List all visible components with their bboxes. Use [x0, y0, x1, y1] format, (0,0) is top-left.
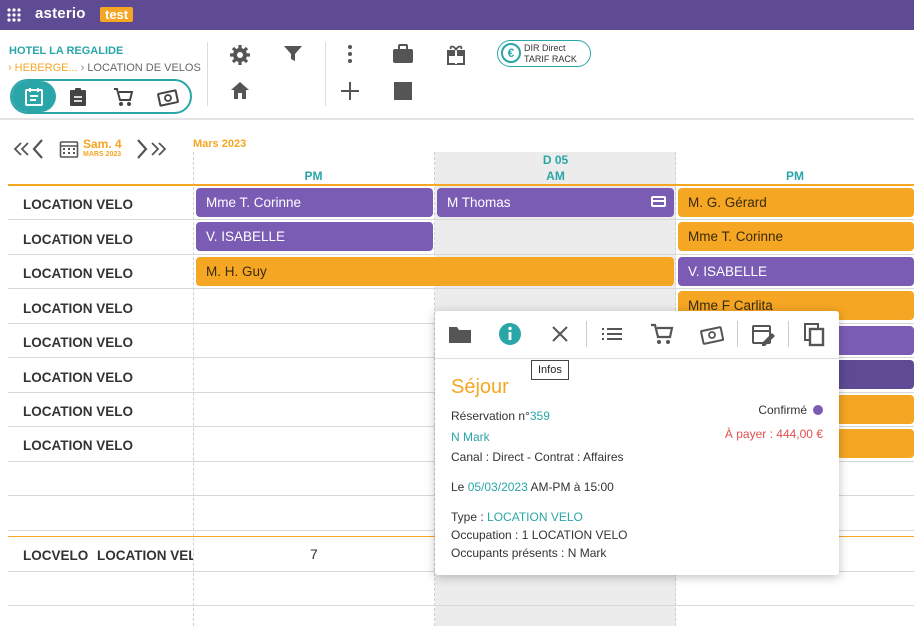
row-divider: [8, 219, 914, 220]
folder-icon[interactable]: [447, 321, 473, 347]
booking-bar[interactable]: Mme T. Corinne: [196, 188, 433, 217]
amount-due: À payer : 444,00 €: [724, 427, 823, 441]
room-label[interactable]: LOCATION VELO: [23, 197, 133, 212]
popup-title: Séjour: [451, 376, 509, 398]
popup-divider: [586, 321, 587, 347]
booking-popup: Séjour Réservation n°359 Confirmé N Mark…: [435, 311, 839, 575]
status-line: Confirmé: [758, 403, 823, 417]
breadcrumb-item: LOCATION DE VELOS: [87, 62, 201, 74]
tooltip: Infos: [531, 360, 569, 380]
date-prefix: Le: [451, 480, 465, 494]
more-vertical-icon[interactable]: [338, 42, 362, 66]
room-label[interactable]: LOCATION VELO: [23, 335, 133, 350]
popup-divider: [788, 321, 789, 347]
filter-icon[interactable]: [281, 42, 305, 66]
cash-icon[interactable]: [699, 321, 725, 347]
booking-name: M Thomas: [447, 195, 511, 210]
info-icon[interactable]: [497, 321, 523, 347]
date-suffix: AM-PM à 15:00: [530, 480, 614, 494]
column-day: D 05: [542, 153, 569, 167]
row-divider: [8, 605, 914, 606]
room-label[interactable]: LOCATION VELO: [23, 370, 133, 385]
edit-calendar-icon[interactable]: [750, 321, 776, 347]
apps-grid-icon[interactable]: [7, 8, 21, 22]
reservation-line: Réservation n°359: [451, 409, 550, 423]
occupation: Occupation : 1 LOCATION VELO: [451, 528, 628, 542]
home-icon[interactable]: [228, 79, 252, 103]
type-value[interactable]: LOCATION VELO: [487, 510, 583, 524]
occupants: Occupants présents : N Mark: [451, 546, 607, 560]
brand-logo: asterio: [35, 5, 86, 22]
cash-icon[interactable]: [157, 86, 179, 108]
booking-bar[interactable]: V. ISABELLE: [196, 222, 433, 251]
column-period: PM: [786, 169, 804, 183]
channel-contract: Canal : Direct - Contrat : Affaires: [451, 450, 624, 464]
status-text: Confirmé: [758, 403, 807, 417]
cart-icon[interactable]: [649, 321, 675, 347]
list-icon[interactable]: [599, 321, 625, 347]
date-line: Le 05/03/2023 AM-PM à 15:00: [451, 480, 614, 494]
booking-bar[interactable]: M. H. Guy: [196, 257, 674, 286]
booking-bar[interactable]: M. G. Gérard: [678, 188, 914, 217]
room-label[interactable]: LOCATION VELO: [23, 301, 133, 316]
briefcase-icon[interactable]: [391, 42, 415, 66]
settings-gear-icon[interactable]: [228, 43, 252, 67]
last-page-icon[interactable]: [150, 139, 168, 159]
first-page-icon[interactable]: [12, 139, 30, 159]
popup-divider: [737, 321, 738, 347]
environment-badge: test: [100, 7, 134, 22]
booking-bar[interactable]: M Thomas: [437, 188, 674, 217]
row-divider: [8, 254, 914, 255]
booking-bar[interactable]: Mme T. Corinne: [678, 222, 914, 251]
view-switcher: [10, 79, 192, 114]
add-icon[interactable]: [338, 79, 362, 103]
popup-separator: [435, 358, 839, 359]
close-icon[interactable]: [547, 321, 573, 347]
next-icon[interactable]: [135, 137, 149, 161]
type-label: Type :: [451, 510, 484, 524]
stop-square-icon[interactable]: [391, 79, 415, 103]
credit-card-icon: [651, 196, 666, 207]
toolbar-divider: [207, 42, 208, 106]
room-type-label: LOCATION VELO: [97, 548, 193, 563]
room-label[interactable]: LOCATION VELO: [23, 404, 133, 419]
breadcrumb-item[interactable]: HEBERGE...: [15, 62, 78, 74]
tarif-rate: TARIF RACK: [524, 54, 577, 64]
tarif-channel: DIR Direct: [524, 43, 566, 53]
breadcrumb: › HEBERGE... › LOCATION DE VELOS: [8, 62, 201, 74]
calendar-icon[interactable]: [59, 139, 79, 159]
euro-icon: €: [501, 43, 521, 63]
previous-icon[interactable]: [31, 137, 45, 161]
column-period: PM: [304, 169, 323, 183]
reservation-number[interactable]: 359: [530, 409, 550, 423]
clipboard-icon[interactable]: [67, 86, 89, 108]
booking-bar[interactable]: V. ISABELLE: [678, 257, 914, 286]
grid-column-line: [193, 152, 194, 626]
room-label[interactable]: LOCATION VELO: [23, 438, 133, 453]
room-type-code: LOCVELO: [23, 548, 89, 563]
status-dot: [813, 405, 823, 415]
guest-name[interactable]: N Mark: [451, 430, 490, 444]
type-line: Type : LOCATION VELO: [451, 510, 583, 524]
column-period: AM: [546, 169, 565, 183]
toolbar: HOTEL LA REGALIDE › HEBERGE... › LOCATION D…: [0, 30, 914, 120]
toolbar-divider: [325, 42, 326, 106]
stay-date[interactable]: 05/03/2023: [468, 480, 528, 494]
top-bar: asterio test: [0, 0, 914, 30]
hotel-name[interactable]: HOTEL LA REGALIDE: [9, 45, 123, 57]
row-divider: [8, 288, 914, 289]
availability-count: 7: [310, 546, 318, 562]
gift-icon[interactable]: [444, 42, 468, 66]
room-label[interactable]: LOCATION VELO: [23, 266, 133, 281]
current-date[interactable]: Sam. 4: [83, 137, 122, 151]
current-month: MARS 2023: [83, 151, 122, 158]
room-label[interactable]: LOCATION VELO: [23, 232, 133, 247]
planning-icon[interactable]: [23, 86, 45, 108]
cart-icon[interactable]: [112, 86, 134, 108]
month-label: Mars 2023: [193, 138, 247, 150]
tarif-selector[interactable]: € DIR Direct TARIF RACK: [497, 40, 591, 67]
header-separator: [8, 184, 914, 186]
reservation-label: Réservation n°: [451, 409, 530, 423]
copy-icon[interactable]: [801, 321, 827, 347]
